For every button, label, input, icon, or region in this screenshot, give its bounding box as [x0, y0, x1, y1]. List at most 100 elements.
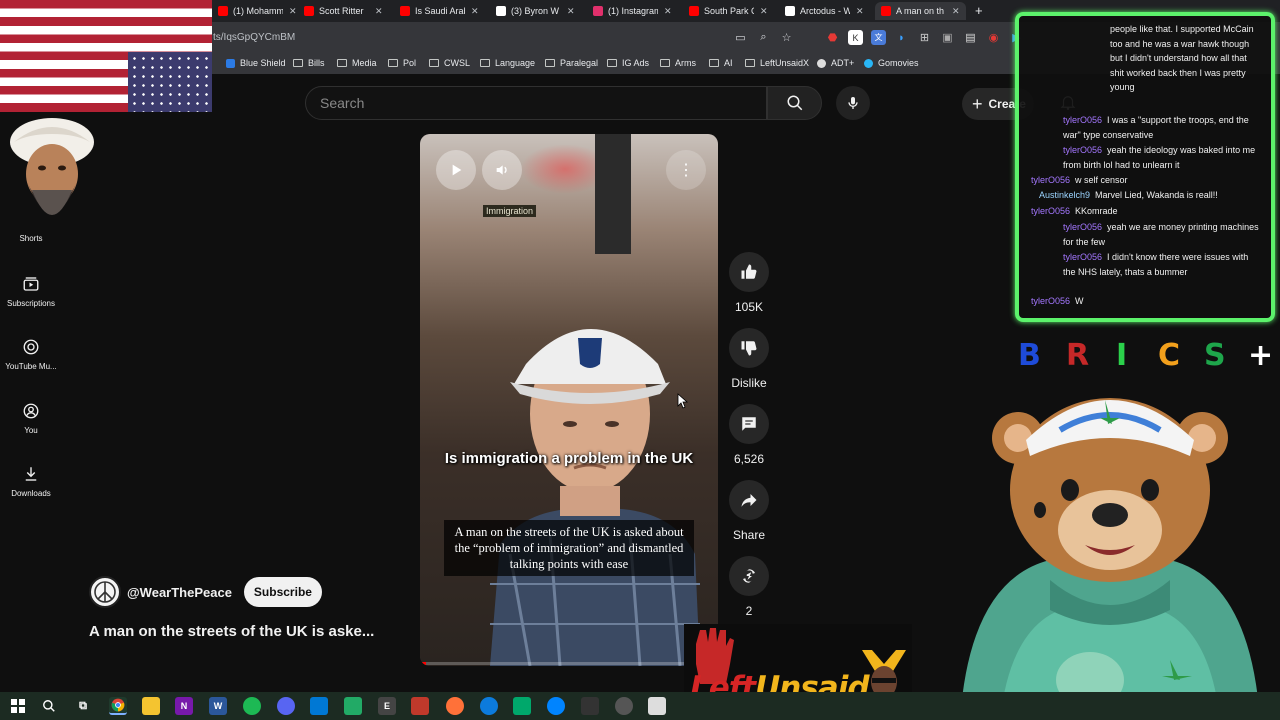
extension-icon[interactable]: ⬣ — [825, 30, 840, 45]
app-icon[interactable] — [411, 697, 429, 715]
zoom-icon[interactable]: ⌕ — [756, 30, 771, 45]
extension-icon[interactable]: ◗ — [894, 30, 909, 45]
dislike-action: Dislike — [728, 328, 770, 390]
bookmark-folder[interactable]: IG Ads — [607, 58, 649, 68]
windows-start-icon[interactable] — [9, 697, 27, 715]
channel-avatar[interactable] — [89, 576, 121, 608]
browser-tab[interactable]: (1) Mohamm ✕ — [212, 2, 303, 20]
play-button[interactable] — [436, 150, 476, 190]
spotify-icon[interactable] — [243, 697, 261, 715]
share-button[interactable] — [729, 480, 769, 520]
bookmark-item[interactable]: Blue Shield — [226, 58, 286, 68]
close-tab-icon[interactable]: ✕ — [375, 6, 383, 17]
comment-icon — [742, 417, 756, 431]
app-icon[interactable] — [344, 697, 362, 715]
remix-button[interactable] — [729, 556, 769, 596]
sidebar-item-subscriptions[interactable]: Subscriptions — [0, 273, 62, 308]
search-button[interactable] — [767, 86, 822, 120]
sidebar-item-you[interactable]: You — [0, 400, 62, 435]
extension-icon[interactable]: ⊞ — [917, 30, 932, 45]
task-view-icon[interactable]: ⧉ — [74, 697, 92, 715]
word-icon[interactable]: W — [209, 697, 227, 715]
extension-icon[interactable]: ▣ — [940, 30, 955, 45]
folder-icon — [545, 59, 555, 67]
search-icon[interactable] — [40, 697, 58, 715]
video-caption-main: Is immigration a problem in the UK — [444, 450, 694, 467]
bookmark-item[interactable]: Gomovies — [864, 58, 919, 68]
browser-tab[interactable]: Is Saudi Arab ✕ — [394, 2, 485, 20]
close-tab-icon[interactable]: ✕ — [760, 6, 768, 17]
browser-tab[interactable]: South Park C ✕ — [683, 2, 774, 20]
browser-tab-active[interactable]: A man on th ✕ — [875, 2, 966, 20]
epic-games-icon[interactable]: E — [378, 697, 396, 715]
remix-action: 2 — [728, 556, 770, 618]
bookmark-folder[interactable]: AI — [709, 58, 733, 68]
bookmark-folder[interactable]: Media — [337, 58, 377, 68]
firefox-icon[interactable] — [446, 697, 464, 715]
x-favicon-icon — [496, 6, 506, 16]
remix-count: 2 — [745, 604, 753, 618]
chrome-icon[interactable] — [109, 697, 127, 715]
browser-tab[interactable]: Scott Ritter ✕ — [298, 2, 389, 20]
bookmark-folder[interactable]: Pol — [388, 58, 416, 68]
bookmark-folder[interactable]: LeftUnsaidX — [745, 58, 809, 68]
voice-search-button[interactable] — [836, 86, 870, 120]
app-icon[interactable] — [513, 697, 531, 715]
sidebar-item-youtube-music[interactable]: YouTube Mu... — [0, 336, 62, 371]
video-traffic-pole — [595, 134, 631, 254]
more-options-button[interactable]: ⋮ — [666, 150, 706, 190]
dislike-button[interactable] — [729, 328, 769, 368]
volume-button[interactable] — [482, 150, 522, 190]
subscribe-button[interactable]: Subscribe — [243, 577, 322, 607]
share-action: Share — [728, 480, 770, 542]
bookmark-folder[interactable]: Bills — [293, 58, 325, 68]
install-app-icon[interactable]: ▭ — [733, 30, 748, 45]
edge-icon[interactable] — [480, 697, 498, 715]
close-tab-icon[interactable]: ✕ — [952, 6, 960, 17]
translate-extension-icon[interactable]: 文 — [871, 30, 886, 45]
extension-icon[interactable]: K — [848, 30, 863, 45]
app-icon[interactable] — [615, 697, 633, 715]
close-tab-icon[interactable]: ✕ — [856, 6, 864, 17]
discord-icon[interactable] — [277, 697, 295, 715]
folder-icon — [745, 59, 755, 67]
store-icon[interactable] — [310, 697, 328, 715]
chat-message: tylerO056 I was a "support the troops, en… — [1063, 115, 1249, 140]
video-progress-bar[interactable] — [420, 662, 718, 665]
bookmark-item[interactable]: ADT+ — [817, 58, 854, 68]
bookmark-folder[interactable]: Arms — [660, 58, 696, 68]
close-tab-icon[interactable]: ✕ — [664, 6, 672, 17]
messenger-icon[interactable] — [547, 697, 565, 715]
extension-icon[interactable]: ◉ — [986, 30, 1001, 45]
new-tab-button[interactable]: + — [975, 3, 983, 18]
app-icon[interactable] — [648, 697, 666, 715]
youtube-favicon-icon — [218, 6, 228, 16]
browser-tab[interactable]: (1) Instagram ✕ — [587, 2, 678, 20]
sidebar-item-downloads[interactable]: Downloads — [0, 463, 62, 498]
bookmark-folder[interactable]: CWSL — [429, 58, 470, 68]
chat-message: Austinkelch9 Marvel Lied, Wakanda is real… — [1039, 190, 1218, 200]
download-icon — [20, 463, 42, 485]
comments-button[interactable] — [729, 404, 769, 444]
bookmark-folder[interactable]: Language — [480, 58, 535, 68]
address-bar[interactable]: ts/IqsGpQYCmBM — [213, 32, 295, 43]
like-button[interactable] — [729, 252, 769, 292]
onenote-icon[interactable]: N — [175, 697, 193, 715]
channel-handle[interactable]: @WearThePeace — [127, 585, 232, 600]
file-explorer-icon[interactable] — [142, 697, 160, 715]
app-icon[interactable] — [581, 697, 599, 715]
video-topic-tag: Immigration — [483, 205, 537, 217]
close-tab-icon[interactable]: ✕ — [567, 6, 575, 17]
browser-tab[interactable]: (3) Byron W ✕ — [490, 2, 581, 20]
bookmark-folder[interactable]: Paralegal — [545, 58, 598, 68]
toolbar-icons: ▭ ⌕ ☆ ⬣ K 文 ◗ ⊞ ▣ ▤ ◉ ▶ — [733, 30, 1024, 45]
video-title[interactable]: A man on the streets of the UK is aske..… — [89, 623, 374, 640]
extension-icon[interactable]: ▤ — [963, 30, 978, 45]
video-player[interactable]: ⋮ Immigration Is immigration a problem i… — [420, 134, 718, 666]
search-input[interactable] — [306, 87, 726, 119]
close-tab-icon[interactable]: ✕ — [471, 6, 479, 17]
bookmark-star-icon[interactable]: ☆ — [779, 30, 794, 45]
subscriptions-icon — [20, 273, 42, 295]
browser-tab[interactable]: Arctodus - W ✕ — [779, 2, 870, 20]
close-tab-icon[interactable]: ✕ — [289, 6, 297, 17]
